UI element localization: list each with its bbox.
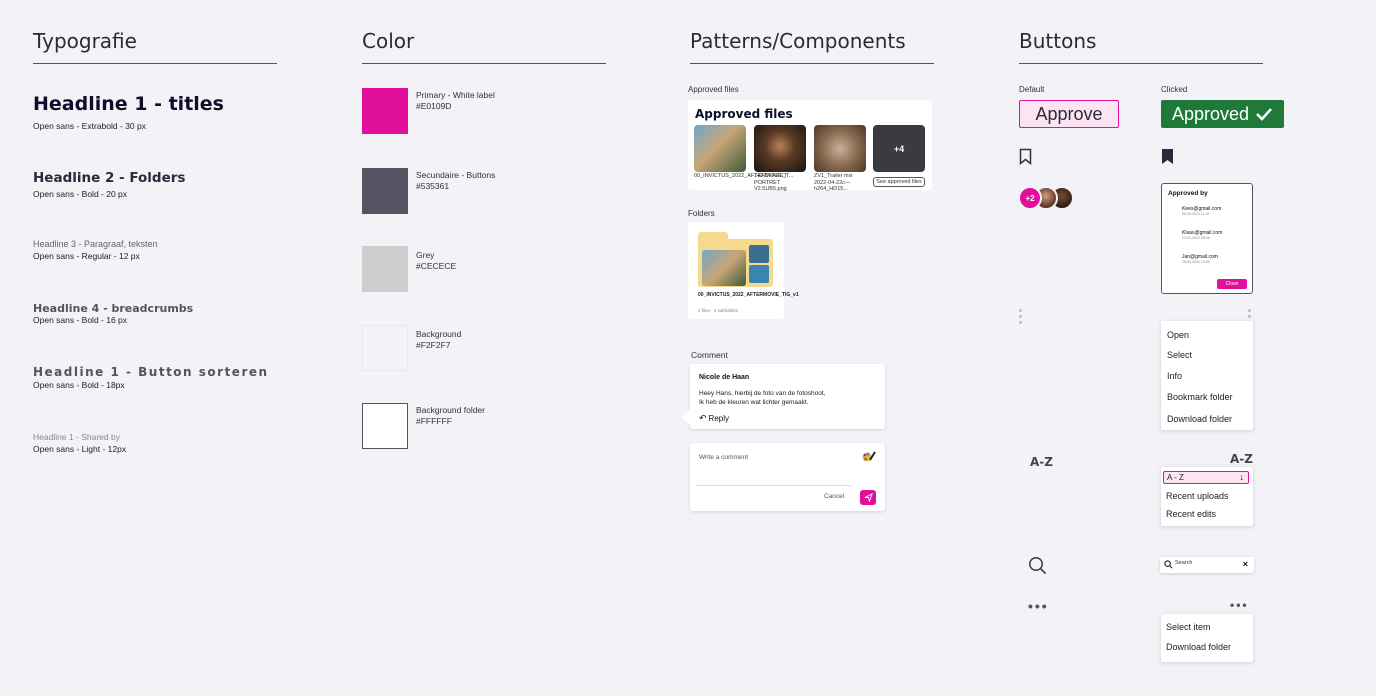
reply-button[interactable]: ↶ Reply xyxy=(699,413,729,424)
headline-5-sample: Headline 1 - Button sorteren xyxy=(33,365,269,379)
color-label-secondary: Secundaire - Buttons #535361 xyxy=(416,170,496,191)
column-title-color: Color xyxy=(362,29,415,53)
headline-4-desc: Open sans - Bold - 16 px xyxy=(33,315,128,325)
column-title-buttons: Buttons xyxy=(1019,29,1097,53)
divider xyxy=(690,63,934,64)
bookmark-filled-icon[interactable] xyxy=(1161,148,1174,170)
sort-selected-option[interactable]: A - Z ↓ xyxy=(1163,471,1249,484)
more-options-menu: Select item Download folder xyxy=(1161,614,1253,662)
color-swatch-background-folder xyxy=(362,403,408,449)
thumbnail[interactable] xyxy=(754,125,806,172)
folder-name: 00_INVICTUS_2022_AFTERMOVIE_TIG_v1 xyxy=(698,292,799,298)
color-swatch-grey xyxy=(362,246,408,292)
headline-6-sample: Headline 1 - Shared by xyxy=(33,432,120,442)
folder-preview-bottom xyxy=(749,265,769,283)
approved-by-title: Approved by xyxy=(1168,190,1208,197)
color-swatch-primary xyxy=(362,88,408,134)
kebab-menu-icon[interactable] xyxy=(1019,309,1022,327)
approved-files-card: Approved files 00_INVICTUS_2022_AFTERMOV… xyxy=(688,100,932,192)
more-options-icon[interactable]: ••• xyxy=(1028,598,1049,614)
divider xyxy=(362,63,606,64)
folder-meta: 2 files · 4 subfolders xyxy=(698,308,739,313)
sort-dropdown: A - Z ↓ Recent uploads Recent edits xyxy=(1161,467,1253,526)
comment-input[interactable]: Write a comment xyxy=(699,454,748,461)
clear-search-icon[interactable]: × xyxy=(1243,559,1248,569)
search-icon xyxy=(1164,560,1173,569)
bookmark-outline-icon[interactable] xyxy=(1019,148,1032,170)
menu-item-select[interactable]: Select xyxy=(1167,350,1192,360)
comment-author: Nicole de Haan xyxy=(699,374,750,381)
color-swatch-secondary xyxy=(362,168,408,214)
color-palette-icon[interactable] xyxy=(862,450,876,462)
menu-item-download-folder[interactable]: Download folder xyxy=(1166,642,1231,652)
sort-button[interactable]: A-Z xyxy=(1030,455,1053,469)
headline-4-sample: Headline 4 - breadcrumbs xyxy=(33,302,194,315)
comment-label: Comment xyxy=(691,350,728,360)
color-label-primary: Primary - White label #E0109D xyxy=(416,90,495,111)
thumbnail-caption: ZV1_Trailer mix 2022-04-22c—h264_HD15... xyxy=(814,173,853,192)
headline-2-desc: Open sans - Bold - 20 px xyxy=(33,189,128,199)
thumbnail[interactable] xyxy=(694,125,746,172)
color-label-background-folder: Background folder #FFFFFF xyxy=(416,405,485,426)
headline-1-sample: Headline 1 - titles xyxy=(33,93,224,115)
headline-6-desc: Open sans - Light - 12px xyxy=(33,444,127,454)
see-approved-files-button[interactable]: See approved files xyxy=(873,177,925,187)
search-field[interactable]: Search × xyxy=(1160,557,1254,573)
close-button[interactable]: Close xyxy=(1217,279,1247,289)
more-thumbnails-tile[interactable]: +4 xyxy=(873,125,925,172)
menu-item-open[interactable]: Open xyxy=(1167,330,1189,340)
headline-3-desc: Open sans - Regular - 12 px xyxy=(33,251,140,261)
menu-item-info[interactable]: Info xyxy=(1167,371,1182,381)
avatar-count-badge[interactable]: +2 xyxy=(1018,186,1042,210)
folders-label: Folders xyxy=(688,209,715,218)
reply-icon: ↶ xyxy=(699,413,707,423)
sort-option-recent-uploads[interactable]: Recent uploads xyxy=(1166,491,1229,501)
headline-1-desc: Open sans - Extrabold - 30 px xyxy=(33,121,146,131)
approved-button[interactable]: Approved xyxy=(1161,100,1284,128)
divider xyxy=(33,63,277,64)
approve-button[interactable]: Approve xyxy=(1019,100,1119,128)
column-title-patterns: Patterns/Components xyxy=(690,29,906,53)
thumbnail-caption: 143 DI-RECT PORTRET V2.5UB5.png xyxy=(754,173,787,192)
write-comment-box: Write a comment Cancel xyxy=(690,443,885,511)
thumbnail[interactable] xyxy=(814,125,866,172)
checkmark-icon xyxy=(1256,108,1272,121)
folder-preview-main xyxy=(702,250,746,286)
arrow-down-icon: ↓ xyxy=(1239,472,1245,482)
folder-card[interactable]: 00_INVICTUS_2022_AFTERMOVIE_TIG_v1 2 fil… xyxy=(688,222,799,319)
thumbnail-caption: 00_INVICTUS_2022_AFTERMOVIE_T... xyxy=(694,173,794,179)
sort-option-recent-edits[interactable]: Recent edits xyxy=(1166,509,1216,519)
approved-files-title: Approved files xyxy=(695,107,793,121)
approver-entry: Klaas@gmail.com 13-01-2022 08:46 xyxy=(1182,230,1223,240)
folder-preview-top xyxy=(749,245,769,263)
send-icon xyxy=(864,493,873,502)
more-options-icon[interactable]: ••• xyxy=(1230,598,1249,612)
color-swatch-background xyxy=(362,325,408,371)
column-title-typography: Typografie xyxy=(33,29,137,53)
send-button[interactable] xyxy=(860,490,876,505)
approved-files-label: Approved files xyxy=(688,85,739,94)
cancel-button[interactable]: Cancel xyxy=(824,493,844,500)
approved-by-popup: Approved by Kees@gmail.com 08-04-2022 11… xyxy=(1161,183,1253,294)
sort-button-active[interactable]: A-Z xyxy=(1230,452,1253,466)
approver-entry: Kees@gmail.com 08-04-2022 11:22 xyxy=(1182,206,1222,216)
headline-5-desc: Open sans - Bold - 18px xyxy=(33,380,125,390)
input-underline xyxy=(696,485,851,486)
folder-context-menu: Open Select Info Bookmark folder Downloa… xyxy=(1161,321,1253,430)
menu-item-download-folder[interactable]: Download folder xyxy=(1167,414,1232,424)
divider xyxy=(1019,63,1263,64)
comment-body: Heey Hans, hierbij de foto van de fotosh… xyxy=(699,390,826,406)
search-icon[interactable] xyxy=(1028,556,1047,580)
approver-entry: Jan@gmail.com 28-03-2021 14:59 xyxy=(1182,254,1218,264)
menu-item-bookmark-folder[interactable]: Bookmark folder xyxy=(1167,392,1233,402)
comment-card: Nicole de Haan Heey Hans, hierbij de fot… xyxy=(690,364,885,429)
headline-2-sample: Headline 2 - Folders xyxy=(33,170,186,186)
default-state-label: Default xyxy=(1019,85,1045,94)
color-label-grey: Grey #CECECE xyxy=(416,250,457,271)
search-input[interactable]: Search xyxy=(1175,560,1192,566)
menu-item-select-item[interactable]: Select item xyxy=(1166,622,1211,632)
clicked-state-label: Clicked xyxy=(1161,85,1188,94)
color-label-background: Background #F2F2F7 xyxy=(416,329,462,350)
headline-3-sample: Headline 3 - Paragraaf, teksten xyxy=(33,239,158,249)
